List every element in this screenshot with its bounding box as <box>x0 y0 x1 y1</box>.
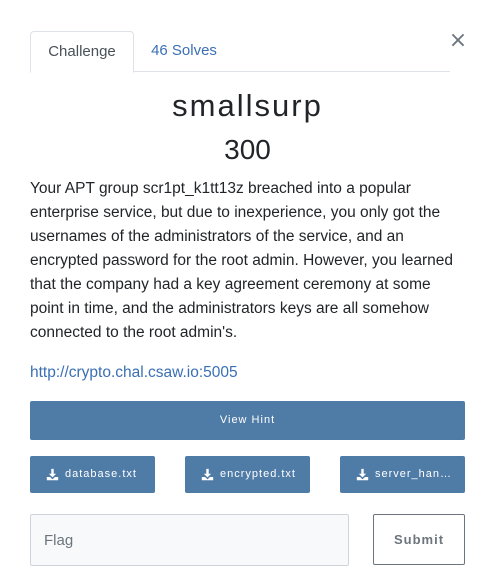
challenge-name: smallsurp <box>172 88 323 123</box>
challenge-tabs: Challenge 46 Solves <box>30 31 450 73</box>
download-icon <box>201 468 214 481</box>
flag-input[interactable] <box>30 514 349 566</box>
file-name: server_handout.py <box>375 468 457 480</box>
file-download-button[interactable]: encrypted.txt <box>185 456 310 493</box>
challenge-description: Your APT group scr1pt_k1tt13z breached i… <box>30 180 454 341</box>
challenge-value: 300 <box>224 134 271 165</box>
view-hint-button[interactable]: View Hint <box>30 401 465 440</box>
tab-challenge[interactable]: Challenge <box>30 31 134 73</box>
file-name: encrypted.txt <box>220 468 296 480</box>
close-icon[interactable]: × <box>447 28 469 54</box>
download-icon <box>46 468 59 481</box>
tab-solves[interactable]: 46 Solves <box>134 31 234 72</box>
challenge-link[interactable]: http://crypto.chal.csaw.io:5005 <box>30 361 238 385</box>
challenge-modal: × Challenge 46 Solves smallsurp 300 Your… <box>0 0 495 570</box>
file-download-button[interactable]: server_handout.py <box>340 456 465 493</box>
submit-button[interactable]: Submit <box>373 514 465 565</box>
download-icon <box>356 468 369 481</box>
file-download-button[interactable]: database.txt <box>30 456 155 493</box>
file-name: database.txt <box>65 468 137 480</box>
